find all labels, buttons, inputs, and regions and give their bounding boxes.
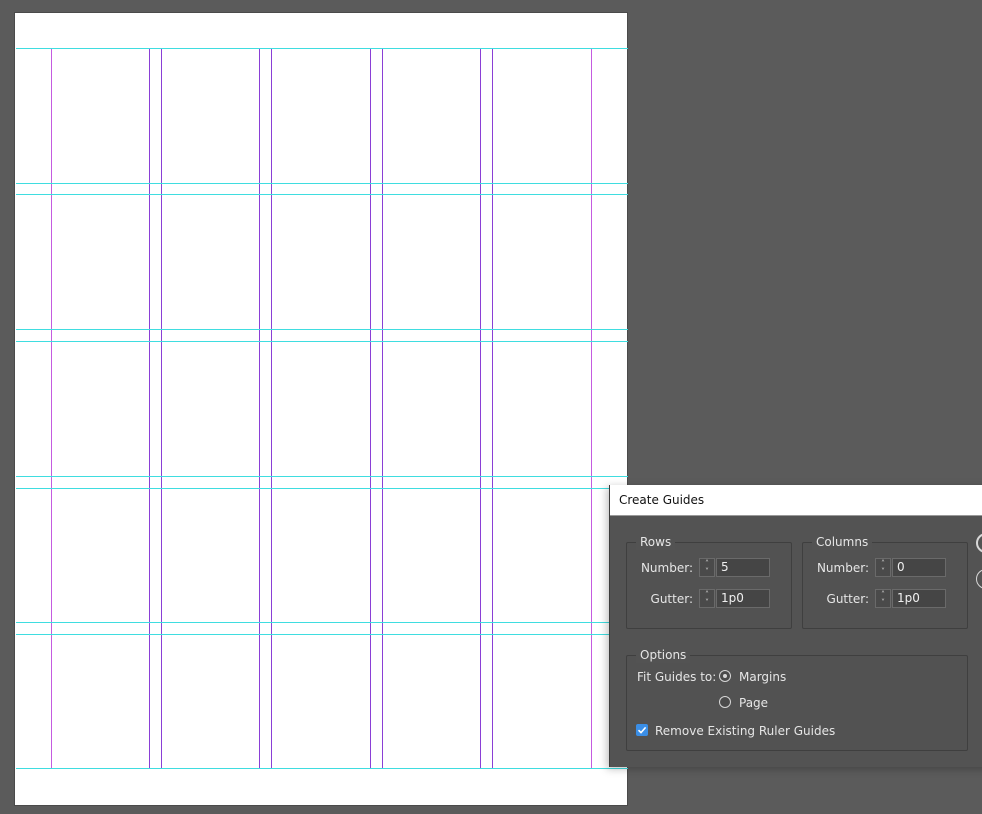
ruler-guide-horizontal[interactable] — [16, 183, 628, 184]
create-guides-dialog: Create Guides Rows Number: ˄ ˅ 5 Gutter:… — [609, 485, 982, 767]
column-guide — [480, 48, 481, 769]
rows-number-input[interactable]: 5 — [716, 558, 770, 577]
fit-margins-label[interactable]: Margins — [739, 669, 786, 685]
right-margin-guide — [591, 48, 592, 769]
ruler-guide-horizontal[interactable] — [16, 341, 628, 342]
columns-number-label: Number: — [816, 561, 869, 575]
cancel-button[interactable] — [976, 569, 982, 589]
options-group: Options Fit Guides to: Margins Page Remo… — [626, 648, 968, 751]
columns-group: Columns Number: ˄ ˅ 0 Gutter: ˄ ˅ 1p0 — [802, 535, 968, 629]
ruler-guide-horizontal[interactable] — [16, 48, 628, 49]
ruler-guide-horizontal[interactable] — [16, 329, 628, 330]
chevron-down-icon[interactable]: ˅ — [879, 568, 887, 576]
ruler-guide-horizontal[interactable] — [16, 634, 628, 635]
ruler-guide-horizontal[interactable] — [16, 476, 628, 477]
ok-button[interactable] — [976, 533, 982, 553]
chevron-down-icon[interactable]: ˅ — [703, 568, 711, 576]
column-guide — [370, 48, 371, 769]
rows-gutter-label: Gutter: — [650, 592, 693, 606]
rows-gutter-stepper[interactable]: ˄ ˅ — [699, 589, 715, 608]
left-margin-guide — [51, 48, 52, 769]
columns-legend: Columns — [812, 535, 873, 550]
columns-gutter-label: Gutter: — [826, 592, 869, 606]
column-guide — [492, 48, 493, 769]
ruler-guide-horizontal[interactable] — [16, 622, 628, 623]
dialog-title[interactable]: Create Guides — [610, 485, 982, 516]
remove-existing-checkbox[interactable] — [636, 724, 648, 736]
chevron-down-icon[interactable]: ˅ — [879, 599, 887, 607]
ruler-guide-horizontal[interactable] — [16, 488, 628, 489]
columns-number-input[interactable]: 0 — [892, 558, 946, 577]
document-page — [15, 13, 627, 805]
columns-number-stepper[interactable]: ˄ ˅ — [875, 558, 891, 577]
column-guide — [161, 48, 162, 769]
chevron-down-icon[interactable]: ˅ — [703, 599, 711, 607]
rows-gutter-input[interactable]: 1p0 — [716, 589, 770, 608]
rows-legend: Rows — [636, 535, 676, 550]
rows-group: Rows Number: ˄ ˅ 5 Gutter: ˄ ˅ 1p0 — [626, 535, 792, 629]
checkmark-icon — [637, 726, 647, 734]
ruler-guide-horizontal[interactable] — [16, 768, 628, 769]
columns-gutter-input[interactable]: 1p0 — [892, 589, 946, 608]
fit-guides-label: Fit Guides to: — [637, 670, 717, 684]
rows-number-stepper[interactable]: ˄ ˅ — [699, 558, 715, 577]
fit-page-label[interactable]: Page — [739, 695, 768, 711]
column-guide — [259, 48, 260, 769]
fit-page-radio[interactable] — [719, 696, 731, 708]
fit-margins-radio[interactable] — [719, 670, 731, 682]
column-guide — [149, 48, 150, 769]
columns-gutter-stepper[interactable]: ˄ ˅ — [875, 589, 891, 608]
ruler-guide-horizontal[interactable] — [16, 194, 628, 195]
rows-number-label: Number: — [640, 561, 693, 575]
options-legend: Options — [636, 648, 691, 663]
column-guide — [271, 48, 272, 769]
column-guide — [382, 48, 383, 769]
remove-existing-label[interactable]: Remove Existing Ruler Guides — [655, 723, 835, 739]
